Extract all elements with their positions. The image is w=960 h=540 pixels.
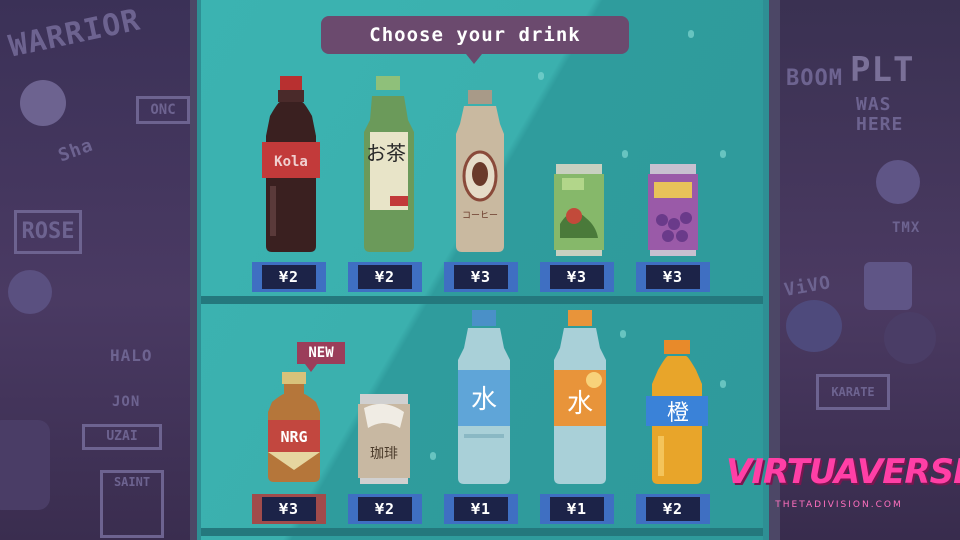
price-tag-green-tea[interactable]: ¥2: [348, 262, 422, 292]
triangle-sticker: [884, 312, 936, 364]
drink-cola-bottle[interactable]: Kola: [256, 76, 326, 254]
price-orange-soda: ¥2: [646, 497, 700, 521]
price-coffee: ¥3: [454, 265, 508, 289]
price-tag-coffee[interactable]: ¥3: [444, 262, 518, 292]
green-tea-label: お茶: [366, 141, 406, 165]
wall-tag-tmx: TMX: [892, 220, 921, 236]
price-tag-nrg[interactable]: ¥3: [252, 494, 326, 524]
drink-green-tea-bottle[interactable]: お茶: [356, 76, 422, 254]
price-water-orange: ¥1: [550, 497, 604, 521]
drink-nrg-bottle[interactable]: NRG: [262, 372, 326, 484]
wall-tag-rose: ROSE: [14, 210, 82, 254]
wall-tag-plt: PLT: [850, 50, 915, 90]
water-drop: [620, 330, 626, 338]
wall-tag-boom: BOOM: [786, 66, 843, 91]
cat-sticker: [786, 300, 842, 352]
wall-tag-onc: ONC: [136, 96, 190, 124]
price-tag-grape-can[interactable]: ¥3: [636, 262, 710, 292]
water-drop: [622, 150, 628, 158]
price-tag-cola[interactable]: ¥2: [252, 262, 326, 292]
drink-coffee-bottle[interactable]: コーヒー: [450, 90, 510, 254]
drink-orange-soda-bottle[interactable]: 橙: [644, 340, 710, 486]
price-cola: ¥2: [262, 265, 316, 289]
water-orange-label: 水: [567, 389, 593, 419]
water-drop: [720, 150, 726, 158]
logo-subtitle: THETADIVISION.COM: [775, 500, 903, 510]
drink-milk-tea-can[interactable]: 珈琲: [356, 394, 412, 484]
drink-water-bottle-orange[interactable]: 水: [548, 310, 612, 486]
drink-grape-can[interactable]: [646, 164, 700, 256]
drink-green-can[interactable]: [552, 164, 606, 256]
wall-tag-vivo: ViVO: [782, 272, 833, 301]
price-water-blue: ¥1: [454, 497, 508, 521]
new-badge: NEW: [297, 342, 345, 364]
prompt-text: Choose your drink: [369, 24, 581, 46]
wall-tag-sha: Sha: [55, 134, 97, 167]
price-tag-milk-tea[interactable]: ¥2: [348, 494, 422, 524]
price-nrg: ¥3: [262, 497, 316, 521]
wall-tag-uzai: UZAI: [82, 424, 162, 450]
price-tag-water-orange[interactable]: ¥1: [540, 494, 614, 524]
water-drop: [430, 452, 436, 460]
wall-tag-warrior: WARRIOR: [5, 2, 144, 65]
water-drop: [538, 72, 544, 80]
drink-water-bottle-blue[interactable]: 水: [452, 310, 516, 486]
smiley-sticker: [20, 80, 66, 126]
nrg-label: NRG: [280, 428, 307, 446]
wall-tag-jon: JON: [112, 394, 141, 410]
price-grape-can: ¥3: [646, 265, 700, 289]
price-green-tea: ¥2: [358, 265, 412, 289]
ghost-sticker: [876, 160, 920, 204]
shelf-top: [201, 296, 763, 304]
price-tag-orange-soda[interactable]: ¥2: [636, 494, 710, 524]
water-drop: [720, 380, 726, 388]
shelf-bottom: [201, 528, 763, 536]
skull-sticker: [0, 420, 50, 510]
virtuaverse-logo: VIRTUAVERSE THETADIVISION.COM: [726, 452, 960, 518]
milk-tea-label: 珈琲: [370, 446, 398, 462]
prompt-bubble-tail: [466, 54, 482, 64]
palm-sticker: [8, 270, 52, 314]
wall-tag-halo: HALO: [110, 346, 153, 365]
orange-soda-label: 橙: [667, 401, 689, 426]
left-wall: WARRIOR ONC ROSE Sha HALO JON UZAI SAINT: [0, 0, 192, 540]
price-green-can: ¥3: [550, 265, 604, 289]
wall-tag-karate: KARATE: [816, 374, 890, 410]
vending-scene: WARRIOR ONC ROSE Sha HALO JON UZAI SAINT…: [0, 0, 960, 540]
wall-tag-saint: SAINT: [100, 470, 164, 538]
price-milk-tea: ¥2: [358, 497, 412, 521]
new-badge-tail: [305, 364, 317, 372]
water-drop: [688, 30, 694, 38]
water-blue-label: 水: [471, 385, 497, 415]
wall-tag-here: HERE: [856, 114, 904, 135]
coffee-label: コーヒー: [462, 210, 498, 221]
face-sticker: [864, 262, 912, 310]
price-tag-green-can[interactable]: ¥3: [540, 262, 614, 292]
cola-label: Kola: [274, 154, 308, 170]
price-tag-water-blue[interactable]: ¥1: [444, 494, 518, 524]
wall-tag-was: WAS: [856, 94, 892, 115]
logo-title: VIRTUAVERSE: [726, 452, 960, 492]
